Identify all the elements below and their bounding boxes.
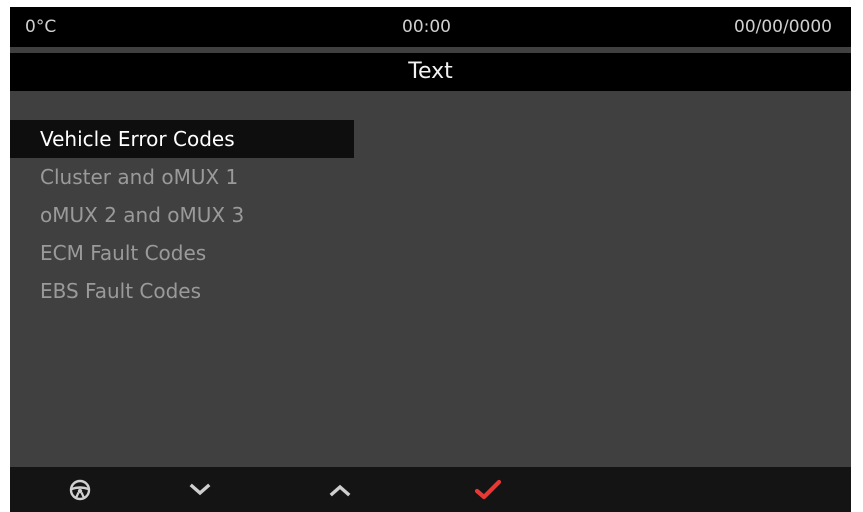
scroll-down-button[interactable]	[180, 473, 220, 507]
chevron-up-icon	[329, 484, 351, 497]
home-button[interactable]	[60, 473, 100, 507]
menu-item-cluster-omux-1[interactable]: Cluster and oMUX 1	[10, 158, 851, 196]
softkey-bar	[10, 467, 851, 512]
page-title: Text	[10, 53, 851, 91]
checkmark-icon	[474, 479, 502, 500]
chevron-down-icon	[189, 483, 211, 496]
date-readout: 00/00/0000	[734, 17, 832, 37]
steering-wheel-icon	[69, 479, 91, 501]
menu-item-ecm-fault-codes[interactable]: ECM Fault Codes	[10, 234, 851, 272]
display-screen: 0°C 00:00 00/00/0000 Text Vehicle Error …	[10, 7, 851, 512]
scroll-up-button[interactable]	[320, 473, 360, 507]
menu-item-vehicle-error-codes[interactable]: Vehicle Error Codes	[10, 120, 354, 158]
confirm-button[interactable]	[468, 473, 508, 507]
menu-item-omux-2-omux-3[interactable]: oMUX 2 and oMUX 3	[10, 196, 851, 234]
temperature-readout: 0°C	[25, 17, 57, 37]
clock-readout: 00:00	[402, 17, 451, 37]
menu-list: Vehicle Error Codes Cluster and oMUX 1 o…	[10, 120, 851, 310]
menu-item-ebs-fault-codes[interactable]: EBS Fault Codes	[10, 272, 851, 310]
status-bar: 0°C 00:00 00/00/0000	[10, 7, 851, 47]
